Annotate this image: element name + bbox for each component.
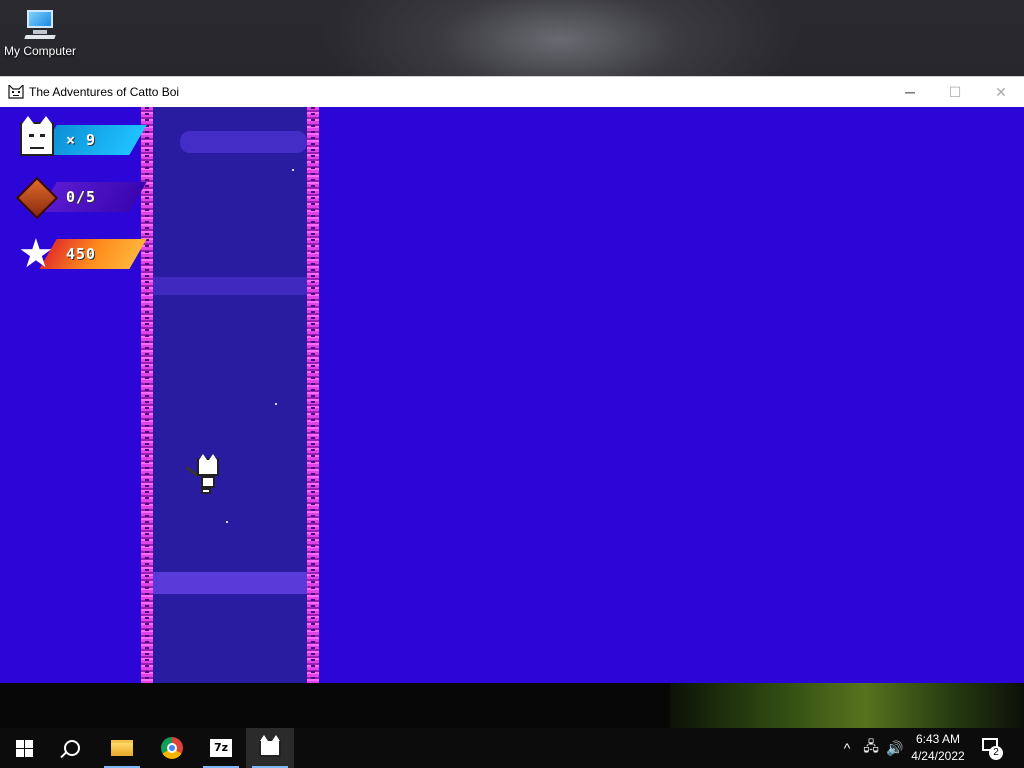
hud-score-value: 450 xyxy=(66,245,97,263)
desktop-icon-label: My Computer xyxy=(3,44,77,58)
search-icon xyxy=(64,740,80,756)
network-icon[interactable]: 🖧 xyxy=(860,728,882,768)
action-center-button[interactable]: 2 xyxy=(980,736,1003,760)
taskbar-7zip[interactable]: 7z xyxy=(197,728,245,768)
7zip-icon: 7z xyxy=(210,739,232,757)
hud-score: ★ 450 xyxy=(18,232,147,276)
shaft-platform xyxy=(153,572,307,594)
cat-app-icon xyxy=(8,85,24,99)
shaft-platform xyxy=(153,277,307,295)
sparkle xyxy=(226,521,228,523)
clock-date: 4/24/2022 xyxy=(911,749,965,763)
maximize-button[interactable]: ☐ xyxy=(932,77,978,107)
wallpaper-shadow xyxy=(0,683,680,728)
cat-head-icon xyxy=(20,116,54,156)
taskbar: 7z ^ 🖧 🔊 6:43 AM 4/24/2022 2 xyxy=(0,728,1024,768)
notification-count-badge: 2 xyxy=(989,746,1003,760)
desktop-icon-my-computer[interactable]: My Computer xyxy=(0,8,80,58)
hud-lives-value: × 9 xyxy=(66,131,97,149)
cat-icon xyxy=(259,735,281,757)
folder-icon xyxy=(111,740,133,756)
chrome-icon xyxy=(161,737,183,759)
start-button[interactable] xyxy=(0,728,48,768)
hud-lives: × 9 xyxy=(18,116,147,158)
volume-icon[interactable]: 🔊 xyxy=(884,728,906,768)
sparkle xyxy=(275,403,277,405)
taskbar-catto-boi[interactable] xyxy=(246,728,294,768)
minimize-button[interactable]: ─ xyxy=(887,77,933,107)
close-button[interactable]: ✕ xyxy=(978,77,1024,107)
game-window: The Adventures of Catto Boi ─ ☐ ✕ × 9 0/… xyxy=(0,76,1024,683)
taskbar-chrome[interactable] xyxy=(148,728,196,768)
player-cat-sprite xyxy=(183,452,227,500)
computer-icon xyxy=(23,10,57,40)
gem-icon xyxy=(15,176,59,220)
windows-logo-icon xyxy=(15,739,33,757)
search-button[interactable] xyxy=(48,728,96,768)
shaft-wall-left xyxy=(141,107,153,683)
taskbar-clock[interactable]: 6:43 AM 4/24/2022 xyxy=(906,731,970,765)
clock-time: 6:43 AM xyxy=(915,732,961,746)
tray-overflow-chevron[interactable]: ^ xyxy=(838,728,856,768)
hud-gems: 0/5 xyxy=(15,176,147,220)
sparkle xyxy=(292,169,294,171)
hud-gems-value: 0/5 xyxy=(66,188,97,206)
shaft-wall-right xyxy=(307,107,319,683)
wallpaper-grass xyxy=(670,683,1024,728)
window-title: The Adventures of Catto Boi xyxy=(29,85,180,99)
game-shaft xyxy=(153,107,307,683)
taskbar-file-explorer[interactable] xyxy=(98,728,146,768)
shaft-platform xyxy=(180,131,307,153)
window-titlebar[interactable]: The Adventures of Catto Boi ─ ☐ ✕ xyxy=(0,76,1024,107)
star-icon: ★ xyxy=(18,232,54,276)
game-viewport[interactable]: × 9 0/5 ★ 450 xyxy=(0,107,1024,683)
